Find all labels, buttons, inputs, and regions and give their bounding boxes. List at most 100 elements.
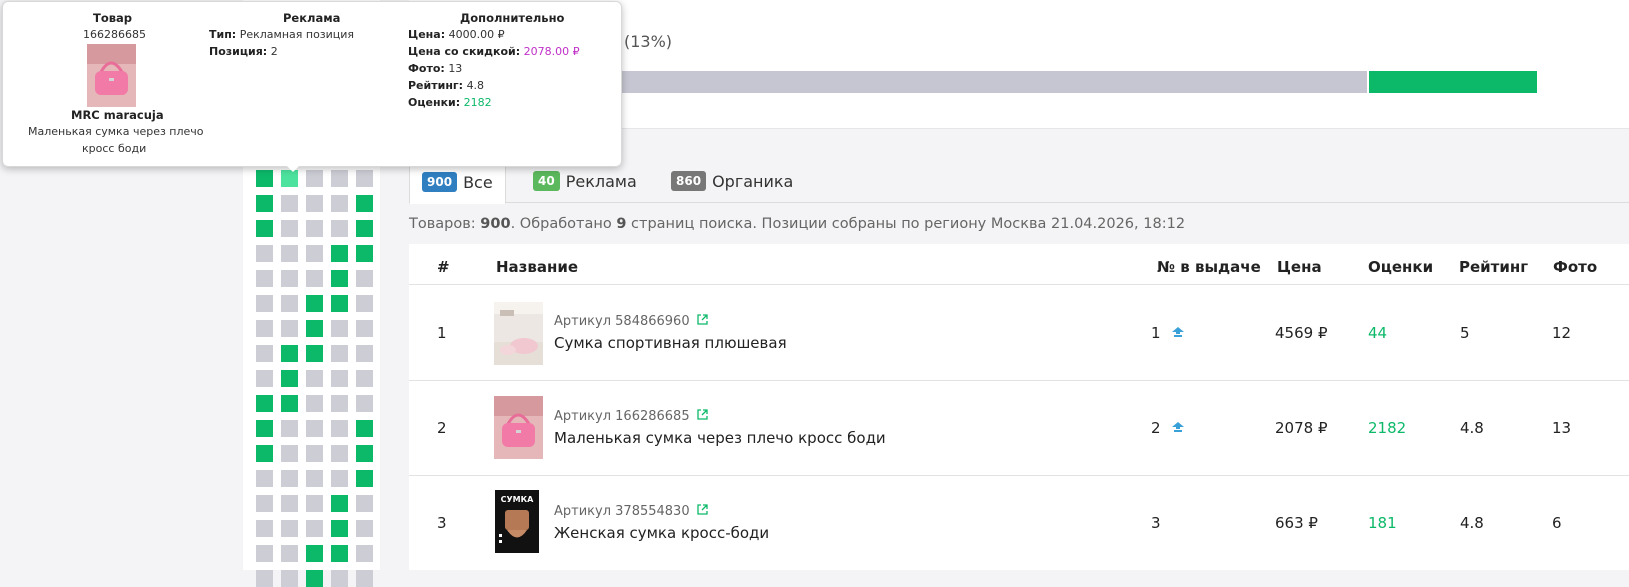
grid-cell[interactable]	[356, 295, 373, 312]
grid-cell[interactable]	[306, 270, 323, 287]
grid-cell[interactable]	[356, 470, 373, 487]
grid-cell[interactable]	[356, 420, 373, 437]
grid-cell[interactable]	[256, 270, 273, 287]
grid-cell[interactable]	[306, 220, 323, 237]
grid-cell[interactable]	[256, 320, 273, 337]
grid-cell[interactable]	[256, 170, 273, 187]
grid-cell[interactable]	[331, 320, 348, 337]
grid-cell[interactable]	[281, 320, 298, 337]
grid-cell[interactable]	[256, 370, 273, 387]
grid-cell[interactable]	[331, 445, 348, 462]
grid-cell[interactable]	[356, 495, 373, 512]
grid-cell[interactable]	[306, 320, 323, 337]
reviews-count[interactable]: 44	[1368, 324, 1387, 342]
grid-cell[interactable]	[331, 245, 348, 262]
external-link-icon[interactable]	[697, 409, 708, 420]
grid-cell[interactable]	[281, 520, 298, 537]
grid-cell[interactable]	[356, 270, 373, 287]
grid-cell[interactable]	[331, 220, 348, 237]
grid-cell[interactable]	[306, 295, 323, 312]
grid-cell[interactable]	[256, 195, 273, 212]
grid-cell[interactable]	[306, 345, 323, 362]
grid-cell[interactable]	[281, 170, 298, 187]
reviews-count[interactable]: 181	[1368, 514, 1397, 532]
external-link-icon[interactable]	[697, 314, 708, 325]
header-reviews: Оценки	[1368, 258, 1434, 276]
grid-cell[interactable]	[256, 470, 273, 487]
grid-cell[interactable]	[281, 445, 298, 462]
grid-cell[interactable]	[281, 295, 298, 312]
product-name[interactable]: Маленькая сумка через плечо кросс боди	[554, 429, 886, 447]
grid-cell[interactable]	[331, 295, 348, 312]
grid-cell[interactable]	[306, 445, 323, 462]
grid-cell[interactable]	[281, 570, 298, 587]
grid-cell[interactable]	[256, 445, 273, 462]
grid-cell[interactable]	[356, 320, 373, 337]
grid-cell[interactable]	[306, 170, 323, 187]
grid-cell[interactable]	[281, 220, 298, 237]
grid-cell[interactable]	[356, 345, 373, 362]
grid-cell[interactable]	[281, 195, 298, 212]
grid-cell[interactable]	[256, 495, 273, 512]
grid-cell[interactable]	[256, 520, 273, 537]
tab-organic[interactable]: 860 Органика	[671, 160, 793, 202]
grid-cell[interactable]	[281, 495, 298, 512]
grid-cell[interactable]	[331, 370, 348, 387]
grid-cell[interactable]	[281, 545, 298, 562]
grid-cell[interactable]	[306, 570, 323, 587]
grid-cell[interactable]	[331, 270, 348, 287]
product-name[interactable]: Женская сумка кросс-боди	[554, 524, 769, 542]
grid-cell[interactable]	[256, 395, 273, 412]
product-name[interactable]: Сумка спортивная плюшевая	[554, 334, 787, 352]
grid-cell[interactable]	[306, 370, 323, 387]
product-thumbnail[interactable]	[494, 396, 543, 459]
grid-cell[interactable]	[331, 170, 348, 187]
grid-cell[interactable]	[281, 245, 298, 262]
grid-cell[interactable]	[256, 295, 273, 312]
grid-cell[interactable]	[356, 395, 373, 412]
grid-cell[interactable]	[331, 345, 348, 362]
grid-cell[interactable]	[306, 420, 323, 437]
grid-cell[interactable]	[356, 545, 373, 562]
article-text: Артикул 584866960	[554, 314, 690, 329]
grid-cell[interactable]	[306, 245, 323, 262]
grid-cell[interactable]	[256, 245, 273, 262]
grid-cell[interactable]	[306, 520, 323, 537]
product-thumbnail[interactable]	[494, 302, 543, 365]
grid-cell[interactable]	[306, 470, 323, 487]
grid-cell[interactable]	[281, 370, 298, 387]
grid-cell[interactable]	[281, 270, 298, 287]
grid-cell[interactable]	[306, 495, 323, 512]
grid-cell[interactable]	[331, 520, 348, 537]
grid-cell[interactable]	[356, 570, 373, 587]
grid-cell[interactable]	[331, 470, 348, 487]
grid-cell[interactable]	[331, 495, 348, 512]
grid-cell[interactable]	[331, 545, 348, 562]
grid-cell[interactable]	[356, 245, 373, 262]
grid-cell[interactable]	[256, 545, 273, 562]
reviews-count[interactable]: 2182	[1368, 419, 1406, 437]
grid-cell[interactable]	[356, 370, 373, 387]
product-thumbnail[interactable]: СУМКА	[495, 490, 539, 553]
grid-cell[interactable]	[281, 420, 298, 437]
grid-cell[interactable]	[306, 395, 323, 412]
grid-cell[interactable]	[356, 220, 373, 237]
grid-cell[interactable]	[306, 545, 323, 562]
grid-cell[interactable]	[281, 470, 298, 487]
grid-cell[interactable]	[256, 345, 273, 362]
external-link-icon[interactable]	[697, 504, 708, 515]
grid-cell[interactable]	[256, 420, 273, 437]
grid-cell[interactable]	[356, 445, 373, 462]
grid-cell[interactable]	[331, 195, 348, 212]
grid-cell[interactable]	[256, 570, 273, 587]
grid-cell[interactable]	[331, 395, 348, 412]
grid-cell[interactable]	[356, 520, 373, 537]
grid-cell[interactable]	[356, 195, 373, 212]
grid-cell[interactable]	[256, 220, 273, 237]
grid-cell[interactable]	[331, 420, 348, 437]
grid-cell[interactable]	[331, 570, 348, 587]
grid-cell[interactable]	[281, 345, 298, 362]
grid-cell[interactable]	[281, 395, 298, 412]
grid-cell[interactable]	[356, 170, 373, 187]
grid-cell[interactable]	[306, 195, 323, 212]
